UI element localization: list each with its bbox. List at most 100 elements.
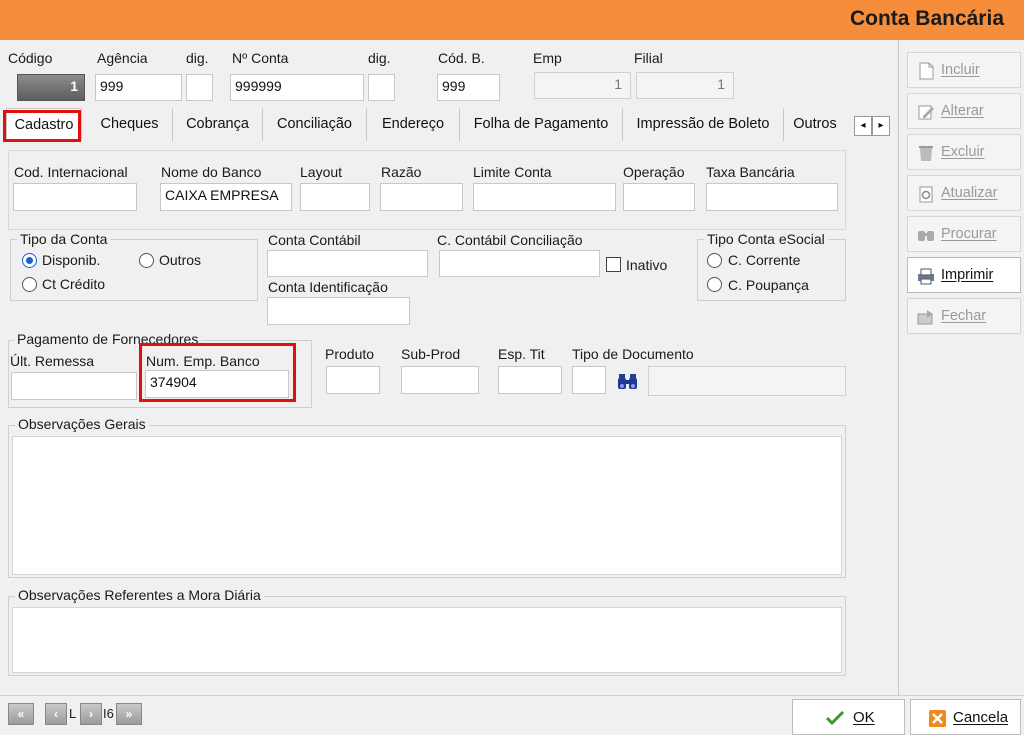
cod-internacional-label: Cod. Internacional <box>14 164 128 180</box>
tab-endereco[interactable]: Endereço <box>367 108 460 141</box>
tipo-documento-description-field <box>648 366 846 396</box>
produto-label: Produto <box>325 346 375 362</box>
codigo-label: Código <box>8 50 53 66</box>
refresh-icon <box>919 186 933 203</box>
ok-button[interactable]: OK <box>792 699 905 735</box>
conta-label: Nº Conta <box>232 50 289 66</box>
tipo-conta-title: Tipo da Conta <box>17 231 111 247</box>
filial-label: Filial <box>634 50 663 66</box>
procurar-label: Procurar <box>941 226 997 242</box>
edit-icon <box>918 105 934 120</box>
observacoes-mora-textarea[interactable] <box>12 607 842 673</box>
tab-cheques[interactable]: Cheques <box>87 108 173 141</box>
radio-ct-credito[interactable] <box>22 277 37 292</box>
first-record-icon[interactable]: « <box>8 703 34 725</box>
esp-tit-field[interactable] <box>498 366 562 394</box>
razao-label: Razão <box>381 164 422 180</box>
taxa-bancaria-label: Taxa Bancária <box>706 164 795 180</box>
ult-remessa-label: Últ. Remessa <box>10 353 95 369</box>
tab-scroll-left-icon[interactable]: ◂ <box>854 116 872 136</box>
dig-conta-field[interactable] <box>368 74 395 101</box>
radio-c-corrente[interactable] <box>707 253 722 268</box>
incluir-label: Incluir <box>941 62 980 78</box>
inativo-checkbox[interactable] <box>606 257 621 272</box>
alterar-label: Alterar <box>941 103 984 119</box>
razao-field[interactable] <box>380 183 463 211</box>
atualizar-label: Atualizar <box>941 185 998 201</box>
limite-conta-label: Limite Conta <box>473 164 552 180</box>
filial-field: 1 <box>636 72 734 99</box>
tipo-documento-label: Tipo de Documento <box>572 346 694 362</box>
dig-conta-label: dig. <box>368 50 391 66</box>
fechar-button[interactable]: Fechar <box>907 298 1021 334</box>
tab-folha-pagamento[interactable]: Folha de Pagamento <box>460 108 623 141</box>
tab-outros[interactable]: Outros <box>784 108 846 141</box>
ult-remessa-field[interactable] <box>11 372 137 400</box>
cod-internacional-field[interactable] <box>13 183 137 211</box>
cancel-icon <box>929 710 946 727</box>
window-title: Conta Bancária <box>849 7 1004 30</box>
observacoes-mora-title: Observações Referentes a Mora Diária <box>15 587 264 603</box>
inativo-label: Inativo <box>626 257 668 273</box>
operacao-label: Operação <box>623 164 685 180</box>
nome-banco-field[interactable]: CAIXA EMPRESA <box>160 183 292 211</box>
taxa-bancaria-field[interactable] <box>706 183 838 211</box>
esp-tit-label: Esp. Tit <box>498 346 545 362</box>
radio-disponib[interactable] <box>22 253 37 268</box>
nome-banco-label: Nome do Banco <box>161 164 262 180</box>
excluir-label: Excluir <box>941 144 985 160</box>
tab-conciliacao[interactable]: Conciliação <box>263 108 367 141</box>
tipo-documento-code-field[interactable] <box>572 366 606 394</box>
num-emp-banco-highlight <box>139 343 296 402</box>
conta-contabil-field[interactable] <box>267 250 428 277</box>
layout-field[interactable] <box>300 183 370 211</box>
conta-field[interactable]: 999999 <box>230 74 364 101</box>
fechar-label: Fechar <box>941 308 987 324</box>
tab-impressao-boleto[interactable]: Impressão de Boleto <box>623 108 784 141</box>
previous-record-icon[interactable]: ‹ <box>45 703 67 725</box>
c-contabil-conciliacao-field[interactable] <box>439 250 600 277</box>
tab-cobranca[interactable]: Cobrança <box>173 108 263 141</box>
procurar-button[interactable]: Procurar <box>907 216 1021 252</box>
radio-outros[interactable] <box>139 253 154 268</box>
incluir-button[interactable]: Incluir <box>907 52 1021 88</box>
agencia-label: Agência <box>97 50 148 66</box>
conta-identificacao-label: Conta Identificação <box>268 279 388 295</box>
binoculars-search-icon <box>918 231 934 241</box>
conta-identificacao-field[interactable] <box>267 297 410 325</box>
title-bar: Conta Bancária <box>0 0 1024 40</box>
printer-icon <box>918 268 934 285</box>
trash-icon <box>919 146 933 161</box>
radio-c-poupanca[interactable] <box>707 277 722 292</box>
dig-agencia-label: dig. <box>186 50 209 66</box>
c-corrente-label: C. Corrente <box>728 252 801 268</box>
atualizar-button[interactable]: Atualizar <box>907 175 1021 211</box>
agencia-field[interactable]: 999 <box>95 74 182 101</box>
operacao-field[interactable] <box>623 183 695 211</box>
last-record-icon[interactable]: » <box>116 703 142 725</box>
ct-credito-label: Ct Crédito <box>42 276 106 292</box>
document-icon <box>919 62 934 80</box>
observacoes-gerais-textarea[interactable] <box>12 436 842 575</box>
subprod-field[interactable] <box>401 366 479 394</box>
disponib-label: Disponib. <box>42 252 101 268</box>
codb-field[interactable]: 999 <box>437 74 500 101</box>
tipo-esocial-title: Tipo Conta eSocial <box>704 231 828 247</box>
nav-text-right: I6 <box>103 706 114 721</box>
action-sidebar: Incluir Alterar Excluir Atualizar Procur… <box>898 40 1024 695</box>
alterar-button[interactable]: Alterar <box>907 93 1021 129</box>
tab-scroll-right-icon[interactable]: ▸ <box>872 116 890 136</box>
layout-label: Layout <box>300 164 343 180</box>
produto-field[interactable] <box>326 366 380 394</box>
c-contabil-conciliacao-label: C. Contábil Conciliação <box>437 232 583 248</box>
emp-label: Emp <box>533 50 562 66</box>
binoculars-icon[interactable] <box>617 372 639 390</box>
next-record-icon[interactable]: › <box>80 703 102 725</box>
limite-conta-field[interactable] <box>473 183 616 211</box>
cancelar-button[interactable]: Cancela <box>910 699 1021 735</box>
ok-label: OK <box>853 709 875 726</box>
codigo-field[interactable]: 1 <box>17 74 85 101</box>
excluir-button[interactable]: Excluir <box>907 134 1021 170</box>
dig-agencia-field[interactable] <box>186 74 213 101</box>
imprimir-button[interactable]: Imprimir <box>907 257 1021 293</box>
